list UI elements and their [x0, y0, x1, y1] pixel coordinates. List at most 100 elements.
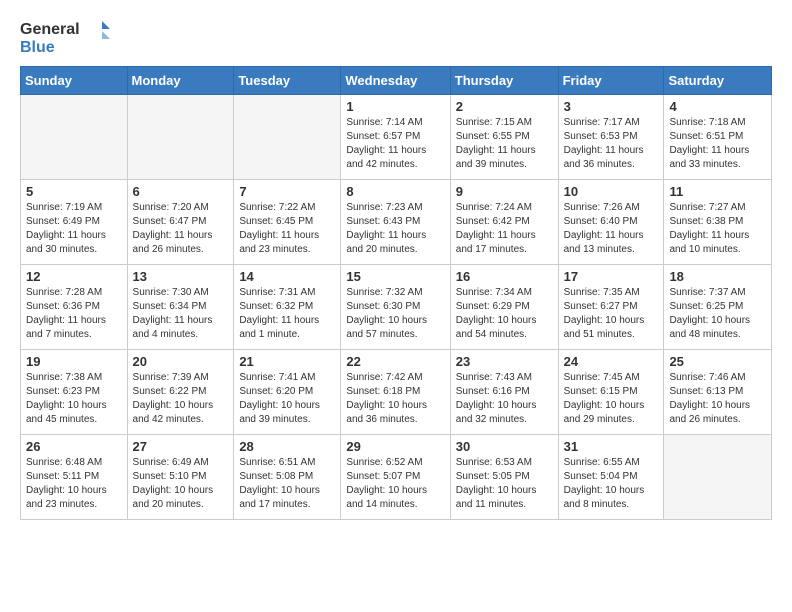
- day-info: Sunrise: 7:41 AM Sunset: 6:20 PM Dayligh…: [239, 371, 335, 427]
- calendar-cell: 9 Sunrise: 7:24 AM Sunset: 6:42 PM Daylig…: [450, 180, 558, 265]
- day-info: Sunrise: 6:51 AM Sunset: 5:08 PM Dayligh…: [239, 456, 335, 512]
- day-info: Sunrise: 6:55 AM Sunset: 5:04 PM Dayligh…: [564, 456, 659, 512]
- day-info: Sunrise: 7:46 AM Sunset: 6:13 PM Dayligh…: [669, 371, 766, 427]
- day-number: 19: [26, 354, 122, 369]
- calendar-cell: 28 Sunrise: 6:51 AM Sunset: 5:08 PM Dayli…: [234, 435, 341, 520]
- day-info: Sunrise: 7:26 AM Sunset: 6:40 PM Dayligh…: [564, 201, 659, 257]
- calendar-cell: 27 Sunrise: 6:49 AM Sunset: 5:10 PM Dayli…: [127, 435, 234, 520]
- calendar-cell: 15 Sunrise: 7:32 AM Sunset: 6:30 PM Dayli…: [341, 265, 450, 350]
- day-number: 11: [669, 184, 766, 199]
- calendar-header-row: SundayMondayTuesdayWednesdayThursdayFrid…: [21, 67, 772, 95]
- day-info: Sunrise: 7:32 AM Sunset: 6:30 PM Dayligh…: [346, 286, 444, 342]
- calendar-cell: [234, 95, 341, 180]
- day-number: 20: [133, 354, 229, 369]
- day-info: Sunrise: 7:23 AM Sunset: 6:43 PM Dayligh…: [346, 201, 444, 257]
- calendar-cell: 13 Sunrise: 7:30 AM Sunset: 6:34 PM Dayli…: [127, 265, 234, 350]
- calendar-cell: 22Sunrise: 7:42 AM Sunset: 6:18 PM Dayli…: [341, 350, 450, 435]
- day-number: 6: [133, 184, 229, 199]
- calendar-cell: [664, 435, 772, 520]
- day-info: Sunrise: 7:39 AM Sunset: 6:22 PM Dayligh…: [133, 371, 229, 427]
- calendar-col-saturday: Saturday: [664, 67, 772, 95]
- day-number: 24: [564, 354, 659, 369]
- calendar-cell: 19 Sunrise: 7:38 AM Sunset: 6:23 PM Dayli…: [21, 350, 128, 435]
- day-number: 21: [239, 354, 335, 369]
- day-number: 29: [346, 439, 444, 454]
- calendar-cell: [21, 95, 128, 180]
- calendar-cell: 5Sunrise: 7:19 AM Sunset: 6:49 PM Daylig…: [21, 180, 128, 265]
- calendar-cell: 17Sunrise: 7:35 AM Sunset: 6:27 PM Dayli…: [558, 265, 664, 350]
- day-number: 7: [239, 184, 335, 199]
- svg-text:General: General: [20, 21, 80, 38]
- day-info: Sunrise: 7:20 AM Sunset: 6:47 PM Dayligh…: [133, 201, 229, 257]
- day-info: Sunrise: 7:24 AM Sunset: 6:42 PM Dayligh…: [456, 201, 553, 257]
- calendar-cell: 31 Sunrise: 6:55 AM Sunset: 5:04 PM Dayli…: [558, 435, 664, 520]
- day-number: 15: [346, 269, 444, 284]
- day-number: 8: [346, 184, 444, 199]
- svg-text:Blue: Blue: [20, 39, 55, 56]
- day-number: 1: [346, 99, 444, 114]
- day-info: Sunrise: 6:49 AM Sunset: 5:10 PM Dayligh…: [133, 456, 229, 512]
- day-info: Sunrise: 6:48 AM Sunset: 5:11 PM Dayligh…: [26, 456, 122, 512]
- calendar-cell: 1 Sunrise: 7:14 AM Sunset: 6:57 PM Daylig…: [341, 95, 450, 180]
- calendar-cell: 8 Sunrise: 7:23 AM Sunset: 6:43 PM Daylig…: [341, 180, 450, 265]
- day-info: Sunrise: 7:14 AM Sunset: 6:57 PM Dayligh…: [346, 116, 444, 172]
- day-number: 9: [456, 184, 553, 199]
- calendar-week-row: 26 Sunrise: 6:48 AM Sunset: 5:11 PM Dayli…: [21, 435, 772, 520]
- day-info: Sunrise: 7:42 AM Sunset: 6:18 PM Dayligh…: [346, 371, 444, 427]
- day-info: Sunrise: 7:38 AM Sunset: 6:23 PM Dayligh…: [26, 371, 122, 427]
- day-info: Sunrise: 7:27 AM Sunset: 6:38 PM Dayligh…: [669, 201, 766, 257]
- day-number: 3: [564, 99, 659, 114]
- day-info: Sunrise: 6:52 AM Sunset: 5:07 PM Dayligh…: [346, 456, 444, 512]
- logo-svg: General Blue: [20, 16, 110, 56]
- day-number: 12: [26, 269, 122, 284]
- day-number: 26: [26, 439, 122, 454]
- calendar-cell: 18 Sunrise: 7:37 AM Sunset: 6:25 PM Dayli…: [664, 265, 772, 350]
- day-number: 25: [669, 354, 766, 369]
- logo: General Blue: [20, 16, 110, 56]
- day-number: 14: [239, 269, 335, 284]
- day-number: 4: [669, 99, 766, 114]
- day-number: 27: [133, 439, 229, 454]
- calendar-cell: 24 Sunrise: 7:45 AM Sunset: 6:15 PM Dayli…: [558, 350, 664, 435]
- day-info: Sunrise: 7:34 AM Sunset: 6:29 PM Dayligh…: [456, 286, 553, 342]
- header: General Blue: [20, 16, 772, 56]
- day-info: Sunrise: 7:18 AM Sunset: 6:51 PM Dayligh…: [669, 116, 766, 172]
- calendar-cell: 2Sunrise: 7:15 AM Sunset: 6:55 PM Daylig…: [450, 95, 558, 180]
- day-info: Sunrise: 7:37 AM Sunset: 6:25 PM Dayligh…: [669, 286, 766, 342]
- day-number: 28: [239, 439, 335, 454]
- calendar-col-friday: Friday: [558, 67, 664, 95]
- calendar-cell: 21 Sunrise: 7:41 AM Sunset: 6:20 PM Dayli…: [234, 350, 341, 435]
- day-info: Sunrise: 7:31 AM Sunset: 6:32 PM Dayligh…: [239, 286, 335, 342]
- calendar-col-thursday: Thursday: [450, 67, 558, 95]
- calendar-cell: 26 Sunrise: 6:48 AM Sunset: 5:11 PM Dayli…: [21, 435, 128, 520]
- calendar-table: SundayMondayTuesdayWednesdayThursdayFrid…: [20, 66, 772, 520]
- calendar-cell: 30Sunrise: 6:53 AM Sunset: 5:05 PM Dayli…: [450, 435, 558, 520]
- calendar-cell: 25 Sunrise: 7:46 AM Sunset: 6:13 PM Dayli…: [664, 350, 772, 435]
- day-number: 31: [564, 439, 659, 454]
- calendar-cell: 23Sunrise: 7:43 AM Sunset: 6:16 PM Dayli…: [450, 350, 558, 435]
- calendar-cell: 14 Sunrise: 7:31 AM Sunset: 6:32 PM Dayli…: [234, 265, 341, 350]
- calendar-cell: 6 Sunrise: 7:20 AM Sunset: 6:47 PM Daylig…: [127, 180, 234, 265]
- calendar-cell: 7 Sunrise: 7:22 AM Sunset: 6:45 PM Daylig…: [234, 180, 341, 265]
- day-info: Sunrise: 7:30 AM Sunset: 6:34 PM Dayligh…: [133, 286, 229, 342]
- day-number: 13: [133, 269, 229, 284]
- calendar-cell: 29 Sunrise: 6:52 AM Sunset: 5:07 PM Dayli…: [341, 435, 450, 520]
- calendar-cell: 12 Sunrise: 7:28 AM Sunset: 6:36 PM Dayli…: [21, 265, 128, 350]
- day-info: Sunrise: 7:28 AM Sunset: 6:36 PM Dayligh…: [26, 286, 122, 342]
- calendar-col-tuesday: Tuesday: [234, 67, 341, 95]
- day-info: Sunrise: 7:43 AM Sunset: 6:16 PM Dayligh…: [456, 371, 553, 427]
- calendar-col-monday: Monday: [127, 67, 234, 95]
- calendar-week-row: 19 Sunrise: 7:38 AM Sunset: 6:23 PM Dayli…: [21, 350, 772, 435]
- calendar-week-row: 1 Sunrise: 7:14 AM Sunset: 6:57 PM Daylig…: [21, 95, 772, 180]
- day-info: Sunrise: 7:19 AM Sunset: 6:49 PM Dayligh…: [26, 201, 122, 257]
- day-number: 10: [564, 184, 659, 199]
- day-number: 18: [669, 269, 766, 284]
- day-info: Sunrise: 7:45 AM Sunset: 6:15 PM Dayligh…: [564, 371, 659, 427]
- calendar-cell: 11 Sunrise: 7:27 AM Sunset: 6:38 PM Dayli…: [664, 180, 772, 265]
- day-info: Sunrise: 6:53 AM Sunset: 5:05 PM Dayligh…: [456, 456, 553, 512]
- day-info: Sunrise: 7:22 AM Sunset: 6:45 PM Dayligh…: [239, 201, 335, 257]
- day-info: Sunrise: 7:15 AM Sunset: 6:55 PM Dayligh…: [456, 116, 553, 172]
- calendar-col-wednesday: Wednesday: [341, 67, 450, 95]
- calendar-cell: [127, 95, 234, 180]
- day-info: Sunrise: 7:35 AM Sunset: 6:27 PM Dayligh…: [564, 286, 659, 342]
